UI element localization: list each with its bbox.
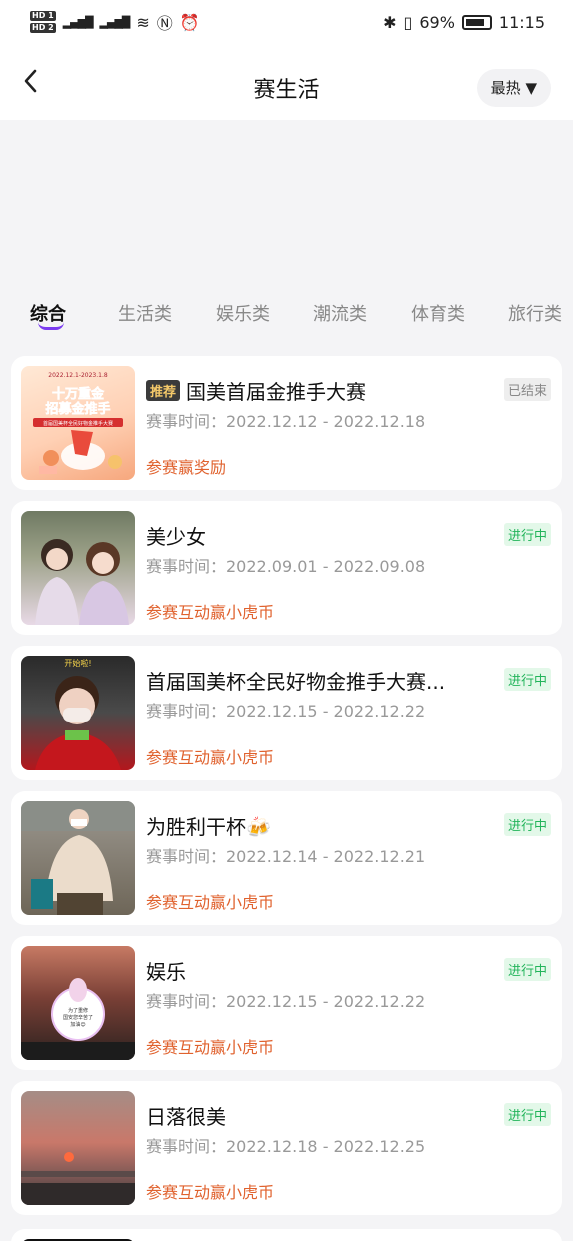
contest-reward[interactable]: 参赛赢奖励 (146, 454, 226, 478)
poster-caption: 开始啦! (64, 658, 91, 668)
tab-trend[interactable]: 潮流类 (313, 300, 367, 326)
status-badge: 进行中 (503, 1103, 551, 1126)
contest-thumbnail: 为了重修 国安您辛苦了 加油😊 (21, 946, 135, 1060)
alarm-icon: ⏰ (179, 12, 200, 32)
svg-text:十万重金: 十万重金 (52, 386, 105, 402)
nfc-icon: Ⓝ (156, 14, 173, 33)
contest-reward[interactable]: 参赛互动赢小虎币 (146, 889, 274, 913)
status-badge: 进行中 (503, 668, 551, 691)
contest-card[interactable]: 开始啦! 首届国美杯全民好物金推手大赛... 赛事时间：2022.12.15 -… (11, 646, 562, 780)
status-badge: 进行中 (503, 523, 551, 546)
signal-icon: ▂▄▆█ (62, 15, 94, 29)
status-bar: HD 1 HD 2 ▂▄▆█ ▂▄▆█ ≋ Ⓝ ⏰ ✱ ▯ 69% 11:15 (0, 0, 573, 44)
status-badge: 已结束 (503, 378, 551, 401)
svg-text:为了重修: 为了重修 (68, 1007, 88, 1014)
tab-sports[interactable]: 体育类 (411, 300, 465, 326)
svg-text:加油😊: 加油😊 (70, 1021, 85, 1028)
status-badge: 进行中 (503, 958, 551, 981)
wifi-icon: ≋ (136, 12, 150, 32)
contest-thumbnail (21, 1091, 135, 1205)
contest-reward[interactable]: 参赛互动赢小虎币 (146, 1179, 274, 1203)
bluetooth-icon: ✱ (383, 12, 397, 32)
svg-text:国安您辛苦了: 国安您辛苦了 (63, 1014, 93, 1021)
contest-reward[interactable]: 参赛互动赢小虎币 (146, 599, 274, 623)
nav-bar: 赛生活 最热 ▼ (0, 44, 573, 120)
contest-title: 日落很美 (146, 1105, 226, 1129)
contest-title: 首届国美杯全民好物金推手大赛... (146, 670, 446, 694)
status-badge: 进行中 (503, 813, 551, 836)
contest-reward[interactable]: 参赛互动赢小虎币 (146, 1034, 274, 1058)
contest-card[interactable]: 美少女 赛事时间：2022.09.01 - 2022.09.08 参赛互动赢小虎… (11, 501, 562, 635)
contest-date: 赛事时间：2022.12.15 - 2022.12.22 (146, 992, 426, 1011)
active-tab-indicator (38, 322, 64, 330)
battery-percent: 69% (419, 12, 455, 32)
contest-card[interactable]: 2022.12.1-2023.1.8 十万重金 招募金推手 首届国美杯全民好物金… (11, 356, 562, 490)
contest-thumbnail: 2022.12.1-2023.1.8 十万重金 招募金推手 首届国美杯全民好物金… (21, 366, 135, 480)
tab-life[interactable]: 生活类 (118, 300, 172, 326)
clock: 11:15 (498, 12, 545, 32)
contest-title: 美少女 (146, 525, 206, 549)
sim2-label: HD 2 (30, 23, 56, 33)
sim-indicator: HD 1 HD 2 (30, 10, 56, 34)
tab-travel[interactable]: 旅行类 (508, 300, 562, 326)
contest-date: 赛事时间：2022.12.15 - 2022.12.22 (146, 702, 426, 721)
contest-reward[interactable]: 参赛互动赢小虎币 (146, 744, 274, 768)
status-right: ✱ ▯ 69% 11:15 (383, 13, 545, 32)
photo-two-girls (35, 539, 129, 625)
svg-text:招募金推手: 招募金推手 (45, 401, 110, 417)
banner-area (0, 120, 573, 286)
poster-date: 2022.12.1-2023.1.8 (48, 372, 108, 379)
contest-card[interactable]: 为胜利干杯🍻 赛事时间：2022.12.14 - 2022.12.21 参赛互动… (11, 791, 562, 925)
tab-entertainment[interactable]: 娱乐类 (216, 300, 270, 326)
recommend-badge: 推荐 (146, 380, 181, 401)
contest-card-partial[interactable] (11, 1229, 562, 1241)
contest-thumbnail (21, 511, 135, 625)
contest-title: 推荐 国美首届金推手大赛 (146, 376, 366, 405)
contest-thumbnail: 开始啦! (21, 656, 135, 770)
sort-label: 最热 (490, 79, 521, 97)
contest-date: 赛事时间：2022.12.14 - 2022.12.21 (146, 847, 426, 866)
photo-man-sitting (21, 801, 135, 915)
vibrate-icon: ▯ (403, 12, 413, 32)
contest-date: 赛事时间：2022.12.12 - 2022.12.18 (146, 412, 426, 431)
signal2-icon: ▂▄▆█ (99, 15, 131, 29)
status-left: HD 1 HD 2 ▂▄▆█ ▂▄▆█ ≋ Ⓝ ⏰ (30, 10, 200, 34)
category-tabs: 综合 生活类 娱乐类 潮流类 体育类 旅行类 (0, 286, 573, 346)
contest-title: 为胜利干杯🍻 (146, 815, 271, 839)
photo-selfie: 开始啦! (35, 658, 121, 770)
contest-title-text: 国美首届金推手大赛 (186, 380, 367, 404)
sort-dropdown[interactable]: 最热 ▼ (476, 69, 551, 107)
contest-thumbnail (21, 801, 135, 915)
svg-text:首届国美杯全民好物金推手大赛: 首届国美杯全民好物金推手大赛 (43, 420, 113, 427)
contest-title: 娱乐 (146, 960, 186, 984)
photo-street-event: 为了重修 国安您辛苦了 加油😊 (21, 978, 135, 1060)
promo-poster: 2022.12.1-2023.1.8 十万重金 招募金推手 首届国美杯全民好物金… (33, 372, 123, 474)
contest-card[interactable]: 日落很美 赛事时间：2022.12.18 - 2022.12.25 参赛互动赢小… (11, 1081, 562, 1215)
caret-down-icon: ▼ (525, 79, 537, 97)
contest-date: 赛事时间：2022.12.18 - 2022.12.25 (146, 1137, 426, 1156)
contest-card[interactable]: 为了重修 国安您辛苦了 加油😊 娱乐 赛事时间：2022.12.15 - 202… (11, 936, 562, 1070)
contest-date: 赛事时间：2022.09.01 - 2022.09.08 (146, 557, 426, 576)
sim1-label: HD 1 (30, 11, 56, 21)
photo-sunset (21, 1152, 135, 1205)
battery-icon (461, 14, 492, 30)
